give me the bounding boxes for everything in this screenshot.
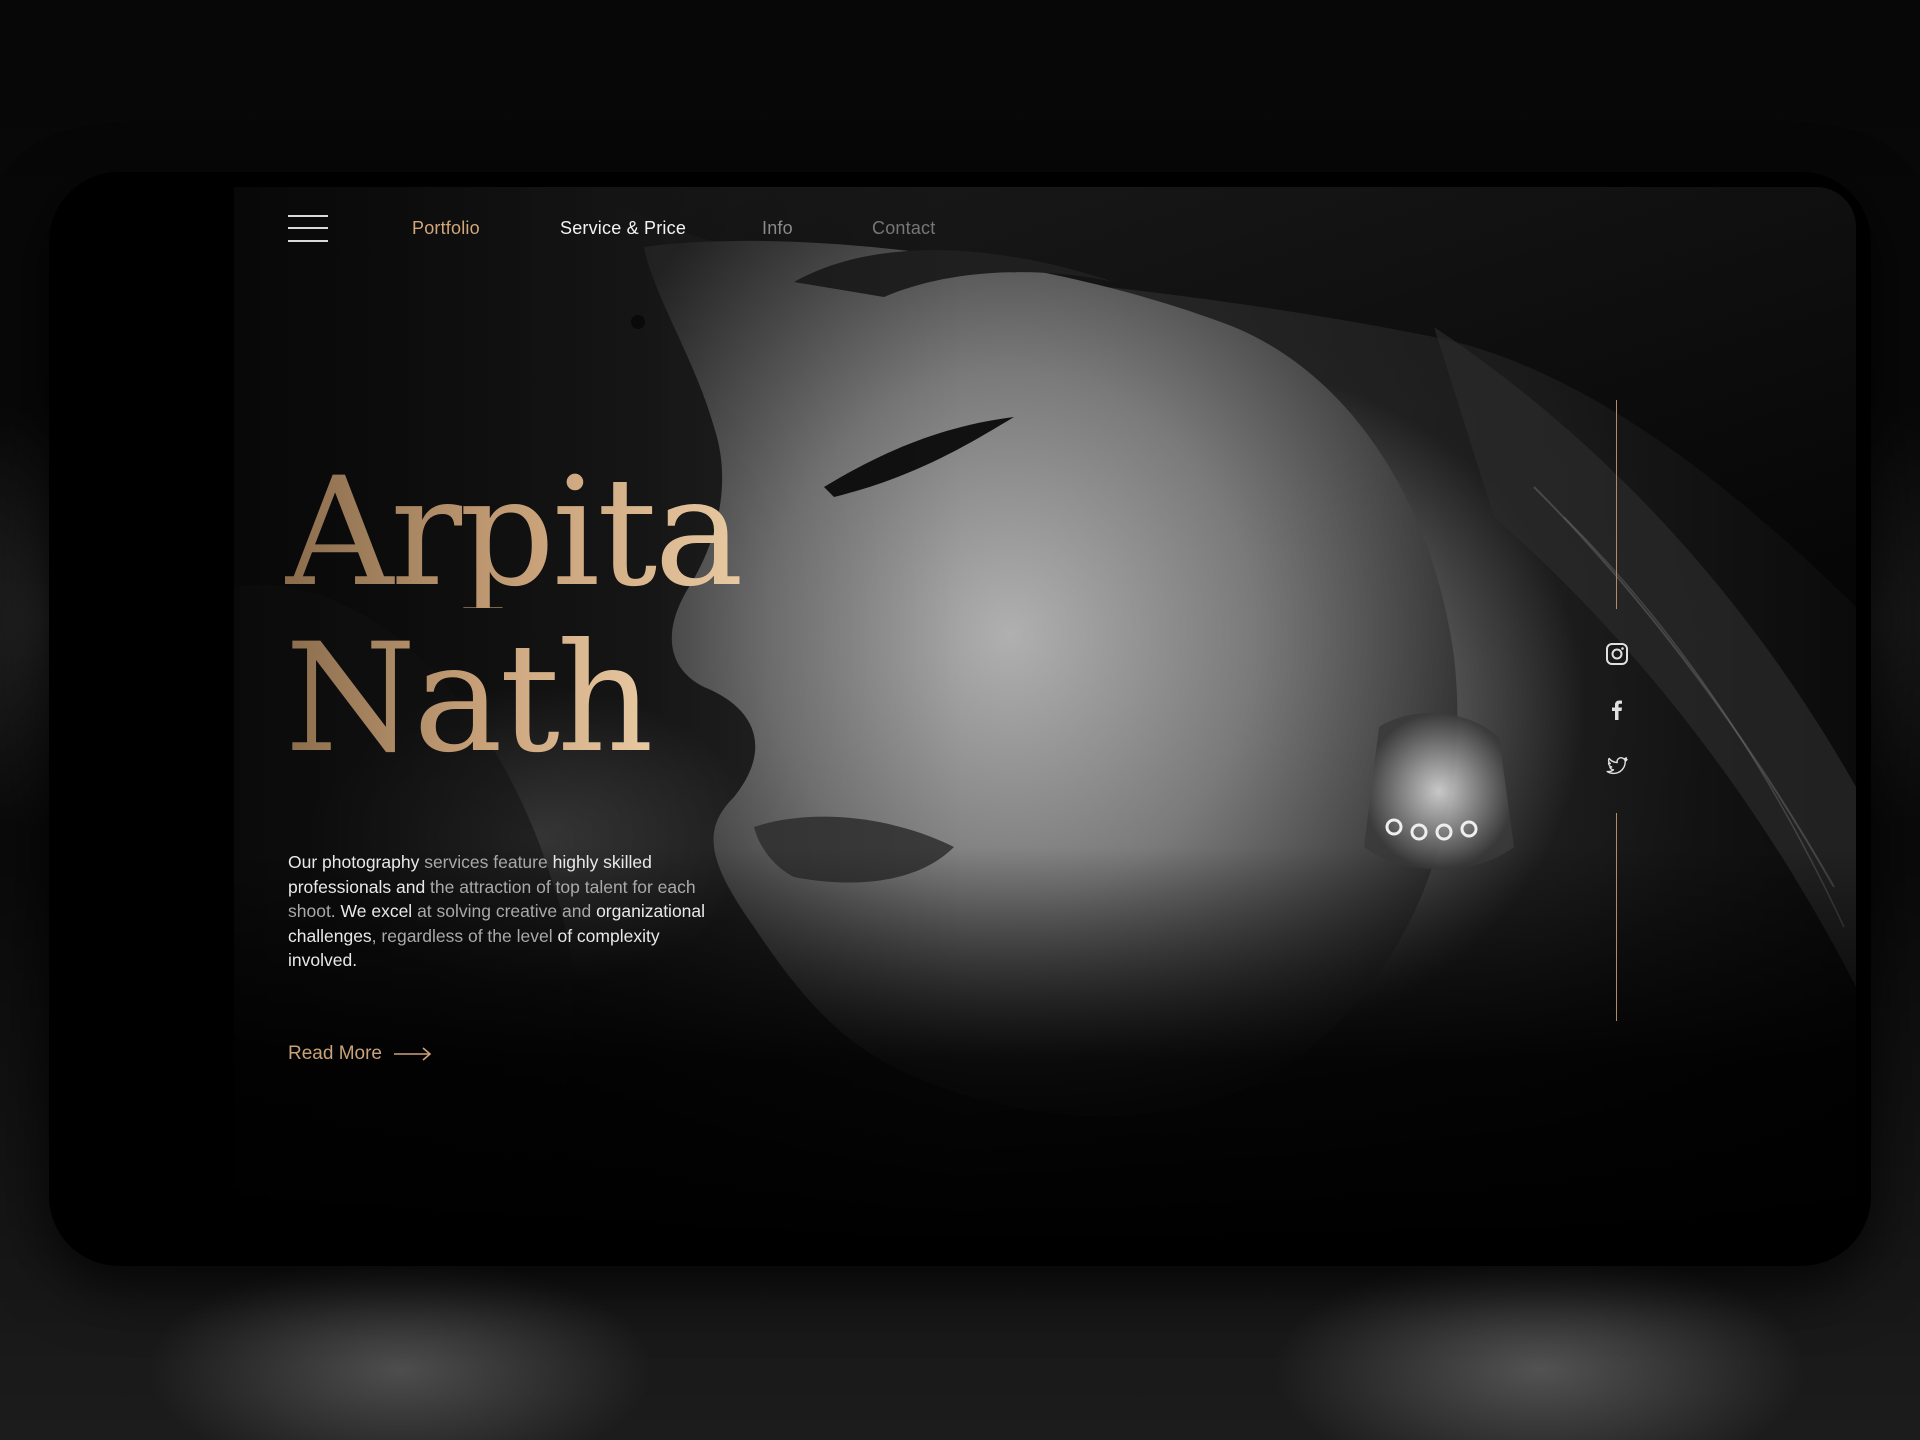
- description-segment: at solving creative and: [417, 901, 597, 921]
- arrow-right-icon: [394, 1047, 432, 1061]
- hamburger-menu-button[interactable]: [288, 213, 328, 245]
- nav-contact[interactable]: Contact: [872, 218, 935, 239]
- menu-line: [288, 215, 328, 217]
- twitter-icon: [1606, 757, 1628, 775]
- menu-line: [288, 227, 328, 229]
- read-more-link[interactable]: Read More: [288, 1043, 432, 1065]
- menu-line: [288, 240, 328, 242]
- social-divider-top: [1616, 400, 1617, 609]
- instagram-icon: [1606, 643, 1628, 665]
- nav-info[interactable]: Info: [762, 218, 793, 239]
- description-segment: , regardless of the level: [371, 925, 558, 946]
- nav-service-price[interactable]: Service & Price: [560, 218, 686, 239]
- facebook-icon: [1612, 700, 1622, 720]
- social-divider-bottom: [1616, 813, 1617, 1021]
- instagram-button[interactable]: [1603, 640, 1631, 668]
- facebook-button[interactable]: [1603, 696, 1631, 724]
- twitter-button[interactable]: [1603, 752, 1631, 780]
- description-segment: We excel: [340, 901, 418, 921]
- nav-portfolio[interactable]: Portfolio: [412, 218, 480, 239]
- hero-first-name: Arpita: [285, 446, 744, 620]
- hero-description: Our photography services feature highly …: [288, 850, 708, 973]
- read-more-label: Read More: [288, 1043, 382, 1064]
- description-segment: services feature: [424, 852, 553, 872]
- description-segment: Our photography: [288, 852, 425, 872]
- hero-last-name: Nath: [285, 612, 654, 786]
